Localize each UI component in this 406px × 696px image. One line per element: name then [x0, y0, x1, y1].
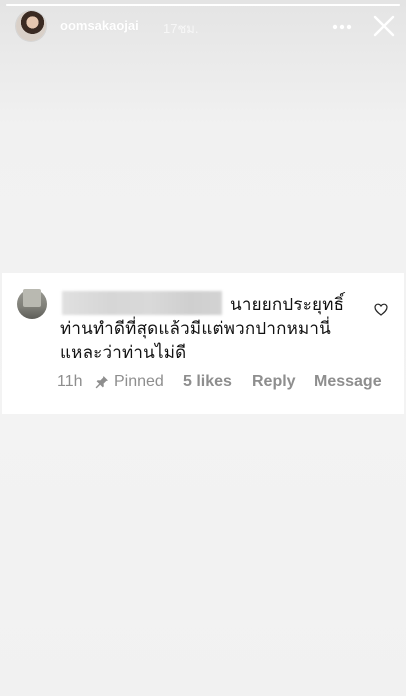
pinned-label: Pinned: [114, 373, 164, 390]
comment-line: นายยกประยุทธิ์: [230, 295, 345, 314]
heart-icon[interactable]: [374, 303, 388, 316]
more-icon[interactable]: [330, 17, 354, 37]
story-header: oomsakaojai 17ชม.: [0, 4, 406, 48]
comment-time: 11h: [57, 373, 83, 390]
comment-line: ท่านทำดีที่สุดแล้วมีแต่พวกปากหมานี่: [60, 319, 331, 338]
story-time: 17ชม.: [163, 21, 199, 36]
commenter-avatar[interactable]: [17, 289, 47, 319]
profile-avatar[interactable]: [16, 11, 46, 41]
message-button[interactable]: Message: [314, 373, 382, 391]
comment-line: แหละว่าท่านไม่ดี: [60, 343, 187, 362]
username[interactable]: oomsakaojai: [60, 18, 139, 33]
pinned-comment-card: นายยกประยุทธิ์ ท่านทำดีที่สุดแล้วมีแต่พว…: [2, 273, 404, 414]
reply-button[interactable]: Reply: [252, 373, 296, 391]
close-icon[interactable]: [370, 12, 398, 40]
pin-icon: [95, 376, 108, 389]
comment-text: นายยกประยุทธิ์ ท่านทำดีที่สุดแล้วมีแต่พว…: [60, 293, 360, 365]
likes-count[interactable]: 5 likes: [183, 373, 232, 391]
